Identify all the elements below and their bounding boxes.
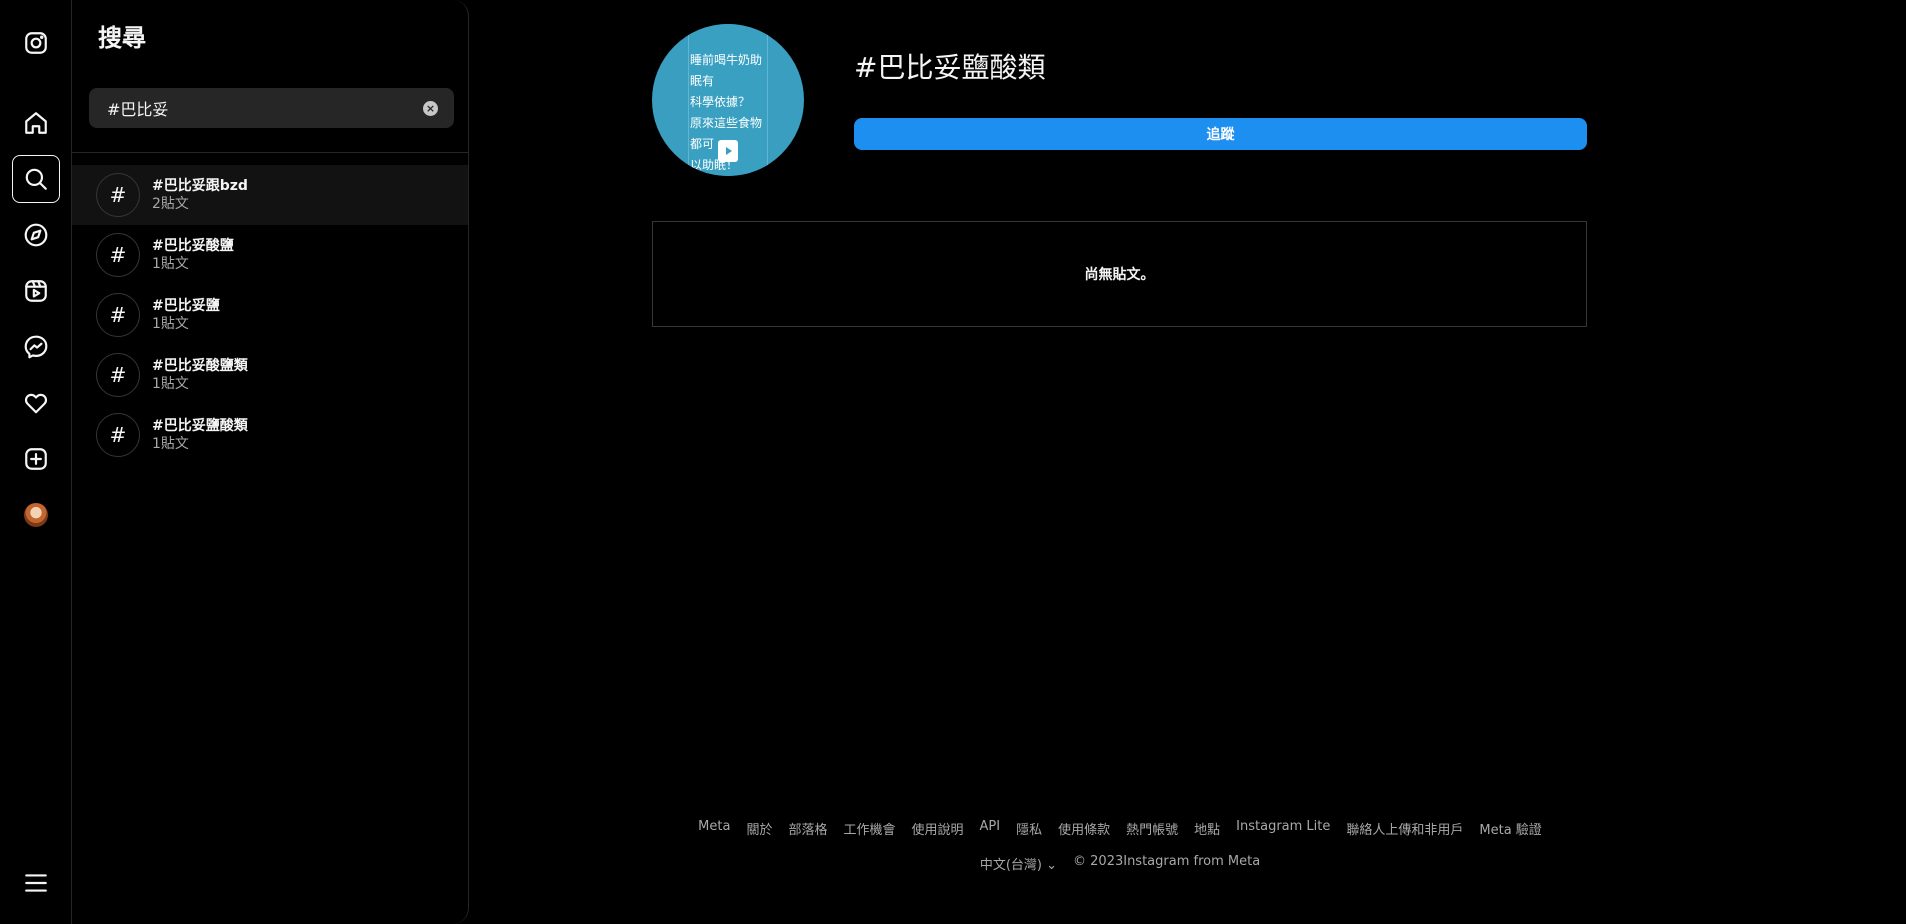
search-panel-title: 搜尋 xyxy=(98,24,146,52)
result-name: #巴比妥鹽酸類 xyxy=(152,418,248,434)
result-count: 2貼文 xyxy=(152,196,189,212)
clear-search-icon[interactable]: × xyxy=(423,100,438,116)
footer-link[interactable]: 使用說明 xyxy=(912,819,964,838)
result-name: #巴比妥鹽 xyxy=(152,298,220,314)
menu-icon[interactable] xyxy=(12,859,60,907)
language-selector[interactable]: 中文(台灣) ⌄ xyxy=(980,854,1057,873)
chevron-down-icon: ⌄ xyxy=(1046,858,1058,873)
footer-link[interactable]: 部落格 xyxy=(788,819,827,838)
search-result-item[interactable]: # #巴比妥酸鹽 1貼文 xyxy=(72,225,468,285)
search-input[interactable] xyxy=(105,97,423,119)
result-count: 1貼文 xyxy=(152,256,189,272)
empty-posts-box: 尚無貼文。 xyxy=(652,221,1587,327)
search-box: × xyxy=(89,88,454,128)
avatar xyxy=(24,503,48,527)
create-icon[interactable] xyxy=(12,435,60,483)
follow-button[interactable]: 追蹤 xyxy=(854,118,1587,150)
hashtag-cover-image: 睡前喝牛奶助眠有 科學依據？ 原來這些食物都可 以助眠！ xyxy=(652,24,804,176)
footer-link[interactable]: 關於 xyxy=(746,819,772,838)
search-result-item[interactable]: # #巴比妥鹽 1貼文 xyxy=(72,285,468,345)
hashtag-icon: # xyxy=(96,173,140,217)
search-icon[interactable] xyxy=(12,155,60,203)
search-result-item[interactable]: # #巴比妥鹽酸類 1貼文 xyxy=(72,405,468,465)
footer-link[interactable]: 隱私 xyxy=(1016,819,1042,838)
result-name: #巴比妥酸鹽類 xyxy=(152,358,248,374)
result-count: 1貼文 xyxy=(152,436,189,452)
result-count: 1貼文 xyxy=(152,316,189,332)
explore-icon[interactable] xyxy=(12,211,60,259)
search-divider xyxy=(72,152,468,153)
hashtag-icon: # xyxy=(96,293,140,337)
search-results: # #巴比妥跟bzd 2貼文 # #巴比妥酸鹽 1貼文 # #巴比妥鹽 1貼文 … xyxy=(72,165,468,465)
result-name: #巴比妥酸鹽 xyxy=(152,238,234,254)
footer-link[interactable]: API xyxy=(980,819,1001,838)
hashtag-icon: # xyxy=(96,353,140,397)
hashtag-icon: # xyxy=(96,233,140,277)
footer-link[interactable]: 熱門帳號 xyxy=(1126,819,1178,838)
left-nav-rail xyxy=(0,0,72,924)
footer-link[interactable]: Meta 驗證 xyxy=(1479,819,1541,838)
play-icon xyxy=(718,140,738,162)
instagram-logo-icon[interactable] xyxy=(12,19,60,67)
result-name: #巴比妥跟bzd xyxy=(152,178,248,194)
footer-bottom: 中文(台灣) ⌄ © 2023Instagram from Meta xyxy=(600,854,1640,873)
empty-posts-text: 尚無貼文。 xyxy=(1084,267,1155,283)
footer-link[interactable]: 聯絡人上傳和非用戶 xyxy=(1346,819,1463,838)
heart-icon[interactable] xyxy=(12,379,60,427)
footer-link[interactable]: Instagram Lite xyxy=(1236,819,1330,838)
search-result-item[interactable]: # #巴比妥跟bzd 2貼文 xyxy=(72,165,468,225)
reels-icon[interactable] xyxy=(12,267,60,315)
footer-link[interactable]: 工作機會 xyxy=(843,819,895,838)
search-panel: 搜尋 × # #巴比妥跟bzd 2貼文 # #巴比妥酸鹽 1貼文 # #巴比妥鹽… xyxy=(72,0,469,924)
footer-link[interactable]: 使用條款 xyxy=(1058,819,1110,838)
footer-link[interactable]: 地點 xyxy=(1194,819,1220,838)
footer-link[interactable]: Meta xyxy=(698,819,730,838)
profile-avatar[interactable] xyxy=(12,491,60,539)
footer-links: Meta 關於 部落格 工作機會 使用說明 API 隱私 使用條款 熱門帳號 地… xyxy=(600,819,1640,838)
copyright: © 2023Instagram from Meta xyxy=(1073,854,1261,869)
result-count: 1貼文 xyxy=(152,376,189,392)
search-result-item[interactable]: # #巴比妥酸鹽類 1貼文 xyxy=(72,345,468,405)
home-icon[interactable] xyxy=(12,99,60,147)
hashtag-title: #巴比妥鹽酸類 xyxy=(854,51,1046,84)
hashtag-icon: # xyxy=(96,413,140,457)
messenger-icon[interactable] xyxy=(12,323,60,371)
